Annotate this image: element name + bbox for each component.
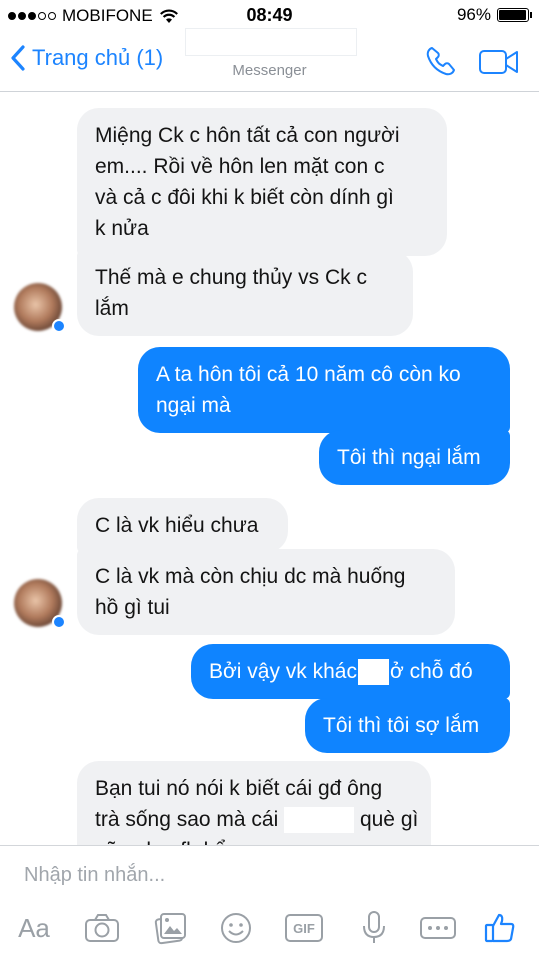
mic-icon[interactable] <box>352 906 396 950</box>
composer: Nhập tin nhắn... Aa GIF <box>0 845 539 960</box>
like-icon[interactable] <box>478 906 522 950</box>
emoji-icon[interactable] <box>214 906 258 950</box>
camera-icon[interactable] <box>80 906 124 950</box>
message-list[interactable]: Miệng Ck c hôn tất cả con người em.... R… <box>0 93 539 845</box>
message-input[interactable]: Nhập tin nhắn... <box>24 864 165 887</box>
message-incoming[interactable]: Thế mà e chung thủy vs Ck c lắm <box>77 250 413 336</box>
video-call-icon[interactable] <box>478 48 520 76</box>
gif-label: GIF <box>285 914 323 942</box>
gallery-icon[interactable] <box>148 906 192 950</box>
message-line: cũng len fb kể <box>95 835 413 845</box>
message-incoming[interactable]: Miệng Ck c hôn tất cả con người em.... R… <box>77 108 447 256</box>
battery-icon <box>497 8 532 22</box>
messenger-badge-icon <box>52 319 66 333</box>
more-icon[interactable] <box>416 906 460 950</box>
header-subtitle: Messenger <box>232 62 307 79</box>
message-text-part: ở chỗ đó <box>389 660 473 683</box>
redaction-box <box>284 807 355 834</box>
message-outgoing[interactable]: Tôi thì tôi sợ lắm <box>305 698 510 753</box>
message-outgoing[interactable]: Bởi vậy vk khác ở chỗ đó <box>191 644 510 699</box>
contact-name-redacted[interactable] <box>185 28 357 56</box>
message-outgoing[interactable]: Tôi thì ngại lắm <box>319 430 510 485</box>
message-text-part: trà sống sao mà cái <box>95 808 279 831</box>
gif-icon[interactable]: GIF <box>282 906 326 950</box>
composer-toolbar: Aa GIF <box>0 906 539 952</box>
message-text-part: què gì <box>359 808 419 831</box>
messenger-badge-icon <box>52 615 66 629</box>
message-incoming[interactable]: C là vk hiểu chưa <box>77 498 288 553</box>
aa-icon[interactable]: Aa <box>12 906 56 950</box>
message-outgoing[interactable]: A ta hôn tôi cả 10 năm cô còn ko ngại mà <box>138 347 510 433</box>
conversation-header: Trang chủ (1) Messenger <box>0 28 539 92</box>
battery-percent: 96% <box>456 5 491 24</box>
message-incoming[interactable]: C là vk mà còn chịu dc mà huống hồ gì tu… <box>77 549 455 635</box>
status-right: 96% <box>456 5 532 25</box>
phone-icon[interactable] <box>424 44 458 78</box>
message-line: Bạn tui nó nói k biết cái gđ ông <box>95 777 383 800</box>
aa-label: Aa <box>18 912 50 943</box>
message-incoming[interactable]: Bạn tui nó nói k biết cái gđ ông trà sốn… <box>77 761 431 845</box>
message-line: trà sống sao mà cái què gì <box>95 804 418 835</box>
message-text-part: Bởi vậy vk khác <box>209 660 357 683</box>
redaction-box <box>357 659 389 686</box>
